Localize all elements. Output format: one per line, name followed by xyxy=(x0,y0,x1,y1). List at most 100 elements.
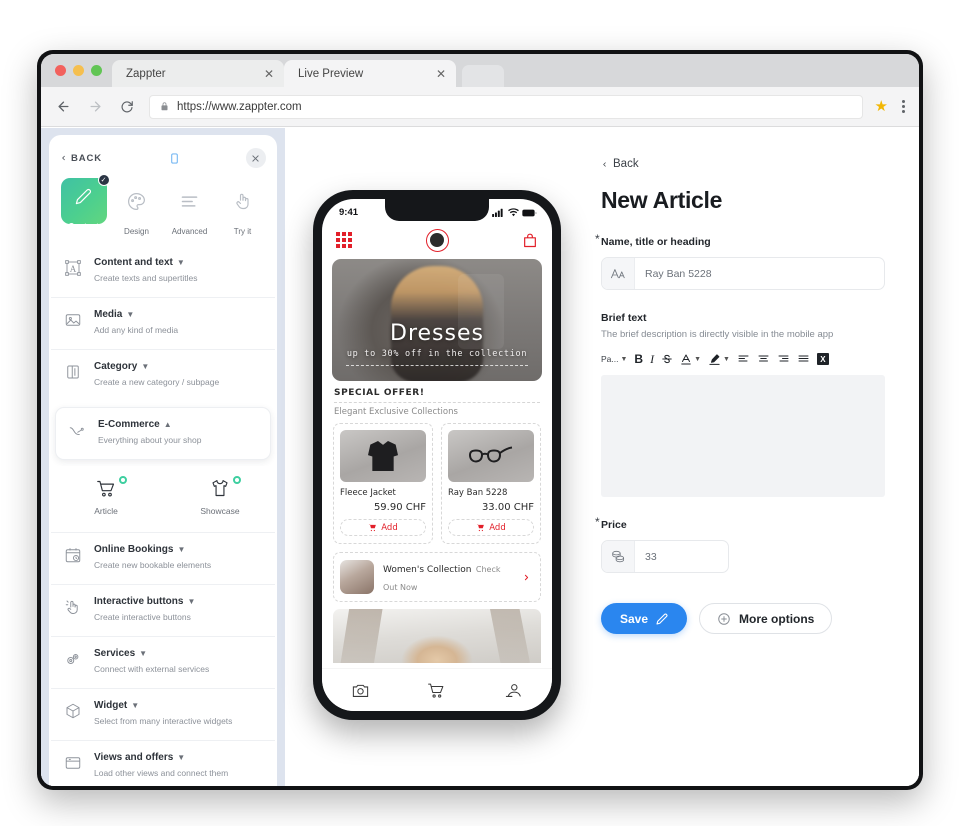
window-controls xyxy=(49,54,112,87)
maximize-window-button[interactable] xyxy=(91,65,102,76)
strikethrough-button[interactable] xyxy=(661,353,673,365)
name-input[interactable]: Ray Ban 5228 xyxy=(635,258,884,289)
paragraph-style-label: Pa... xyxy=(601,354,619,364)
save-button[interactable]: Save xyxy=(601,603,688,634)
glasses-image xyxy=(448,430,534,482)
align-left-button[interactable] xyxy=(737,353,750,365)
status-dot-badge xyxy=(233,476,241,484)
status-dot-badge xyxy=(118,476,127,484)
product-card-list: Fleece Jacket 59.90 CHF Add Ray Ban 5228… xyxy=(322,417,552,544)
hero-divider xyxy=(346,365,528,366)
chevron-right-icon[interactable] xyxy=(522,571,531,584)
camera-icon[interactable] xyxy=(351,681,370,700)
highlight-button[interactable]: ▼ xyxy=(708,353,730,366)
cart-icon[interactable] xyxy=(427,681,446,700)
sidebar-item-content-and-text[interactable]: A Content and text ▼ Create texts and su… xyxy=(51,246,275,297)
product-card[interactable]: Fleece Jacket 59.90 CHF Add xyxy=(333,423,433,544)
bold-button[interactable]: B xyxy=(634,352,643,366)
sidebar-item-text: Online Bookings ▼ Create new bookable el… xyxy=(94,544,263,573)
justify-button[interactable] xyxy=(797,353,810,365)
table-button[interactable]: X xyxy=(816,353,829,365)
sidebar-item-widget[interactable]: Widget ▼ Select from many interactive wi… xyxy=(51,688,275,740)
name-input-group[interactable]: Ray Ban 5228 xyxy=(601,257,885,290)
tab-design[interactable]: Design xyxy=(112,178,161,236)
add-to-cart-button[interactable]: Add xyxy=(448,519,534,536)
more-options-label: More options xyxy=(739,611,815,626)
sidebar-item-e-commerce[interactable]: E-Commerce ▲ Everything about your shop xyxy=(55,407,271,460)
sidebar-item-services[interactable]: Services ▼ Connect with external service… xyxy=(51,636,275,688)
sidebar-item-text: Media ▼ Add any kind of media xyxy=(94,309,263,338)
rich-text-toolbar: Pa... ▼ B I ▼ ▼ X xyxy=(601,350,885,368)
close-icon xyxy=(252,154,260,162)
brief-text-label: Brief text xyxy=(601,312,647,324)
paragraph-style-select[interactable]: Pa... ▼ xyxy=(601,354,627,364)
hero-title: Dresses xyxy=(390,321,484,346)
sidebar-item-subtitle: Select from many interactive widgets xyxy=(94,716,233,726)
columns-icon xyxy=(64,361,84,381)
collection-text: Women's Collection Check Out Now xyxy=(383,559,513,595)
address-bar[interactable]: https://www.zappter.com xyxy=(149,94,863,119)
sidebar-item-subtitle: Connect with external services xyxy=(94,664,210,674)
sidebar-item-views-and-offers[interactable]: Views and offers ▼ Load other views and … xyxy=(51,740,275,786)
form-back-button[interactable]: Back xyxy=(601,158,885,170)
add-to-cart-button[interactable]: Add xyxy=(340,519,426,536)
builder-close-button[interactable] xyxy=(245,148,266,168)
sidebar-item-online-bookings[interactable]: Online Bookings ▼ Create new bookable el… xyxy=(51,532,275,584)
kebab-menu-icon[interactable] xyxy=(900,100,907,113)
text-frame-icon: A xyxy=(64,257,84,277)
tab-content[interactable]: ✓ Content xyxy=(59,174,110,236)
bottom-photo-banner[interactable] xyxy=(333,609,541,663)
user-icon[interactable] xyxy=(504,681,523,700)
price-field-label: Price xyxy=(601,519,627,531)
star-icon[interactable]: ★ xyxy=(875,99,888,114)
shopping-bag-icon[interactable] xyxy=(522,232,538,249)
new-tab-button[interactable] xyxy=(462,65,504,87)
sidebar-item-title: Online Bookings ▼ xyxy=(94,544,186,555)
chevron-left-icon xyxy=(603,161,606,167)
more-options-button[interactable]: More options xyxy=(699,603,833,634)
sidebar-item-media[interactable]: Media ▼ Add any kind of media xyxy=(51,297,275,349)
browser-tab-live-preview[interactable]: Live Preview ✕ xyxy=(284,60,456,87)
tab-close-icon[interactable]: ✕ xyxy=(258,68,274,80)
add-label: Add xyxy=(489,522,506,533)
sidebar-item-title: Widget ▼ xyxy=(94,700,140,711)
brief-text-editor[interactable] xyxy=(601,375,885,497)
browser-tab-zappter[interactable]: Zappter ✕ xyxy=(112,60,284,87)
add-label: Add xyxy=(381,522,398,533)
align-right-button[interactable] xyxy=(777,353,790,365)
price-input-group[interactable]: 33 xyxy=(601,540,729,573)
back-arrow-icon[interactable] xyxy=(53,97,73,117)
align-center-button[interactable] xyxy=(757,353,770,365)
sidebar-item-category[interactable]: Category ▼ Create a new category / subpa… xyxy=(51,349,275,401)
forward-arrow-icon[interactable] xyxy=(85,97,105,117)
sidebar-subitem-showcase[interactable]: Showcase xyxy=(163,476,277,516)
reload-icon[interactable] xyxy=(117,97,137,117)
builder-section-list: A Content and text ▼ Create texts and su… xyxy=(49,246,277,786)
minimize-window-button[interactable] xyxy=(73,65,84,76)
sidebar-item-text: Views and offers ▼ Load other views and … xyxy=(94,752,263,781)
collection-banner[interactable]: Women's Collection Check Out Now xyxy=(333,552,541,602)
sidebar-item-interactive-buttons[interactable]: Interactive buttons ▼ Create interactive… xyxy=(51,584,275,636)
chevron-down-icon: ▼ xyxy=(176,258,185,267)
text-color-button[interactable]: ▼ xyxy=(680,353,701,366)
grid-menu-icon[interactable] xyxy=(336,232,352,248)
tab-advanced[interactable]: Advanced xyxy=(165,178,214,236)
plus-circle-icon xyxy=(718,612,730,625)
sidebar-subitem-label: Showcase xyxy=(200,506,240,516)
phone-preview-toggle-icon[interactable] xyxy=(169,150,180,167)
sidebar-item-title: E-Commerce ▲ xyxy=(98,419,172,430)
phone-tabbar xyxy=(322,669,552,711)
e-commerce-subitems: Article Showcase xyxy=(49,466,277,532)
sidebar-subitem-article[interactable]: Article xyxy=(49,476,163,516)
chevron-down-icon: ▼ xyxy=(131,701,140,710)
builder-back-button[interactable]: BACK xyxy=(60,153,102,164)
tab-try-it[interactable]: Try it xyxy=(218,178,267,236)
italic-button[interactable]: I xyxy=(650,352,654,367)
close-window-button[interactable] xyxy=(55,65,66,76)
hero-banner[interactable]: Dresses up to 30% off in the collection xyxy=(332,259,542,381)
tap-hand-icon xyxy=(233,191,253,211)
product-card[interactable]: Ray Ban 5228 33.00 CHF Add xyxy=(441,423,541,544)
price-field-group: * Price 33 xyxy=(595,515,885,573)
tab-close-icon[interactable]: ✕ xyxy=(430,68,446,80)
price-input[interactable]: 33 xyxy=(635,541,728,572)
